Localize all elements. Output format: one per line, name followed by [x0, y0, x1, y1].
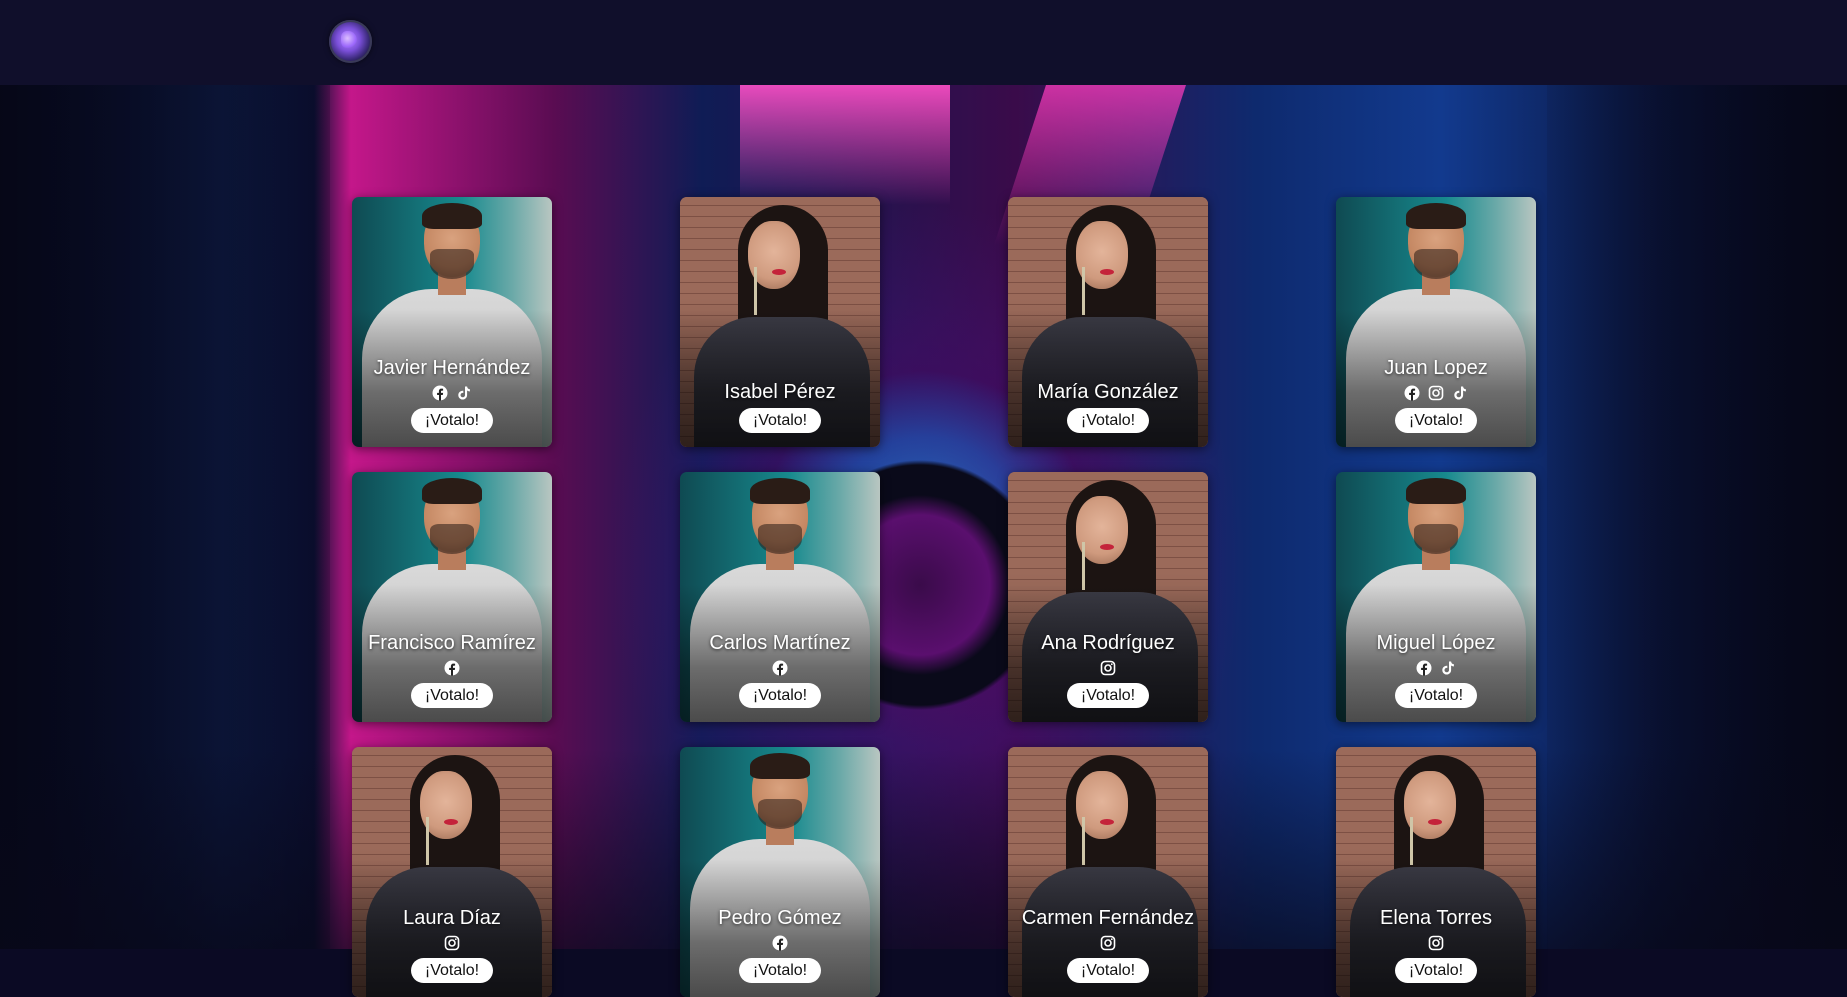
contestant-name: Laura Díaz: [403, 907, 501, 929]
vote-button[interactable]: ¡Votalo!: [738, 408, 822, 433]
vote-button[interactable]: ¡Votalo!: [1066, 408, 1150, 433]
contestant-name: Carmen Fernández: [1021, 907, 1195, 929]
contestant-info: Laura Díaz ¡Votalo!: [352, 907, 552, 983]
contestant-info: Miguel López ¡Votalo!: [1336, 632, 1536, 708]
contestant-card: María González ¡Votalo!: [1008, 197, 1208, 447]
facebook-icon[interactable]: [772, 660, 788, 676]
instagram-icon[interactable]: [1428, 385, 1444, 401]
contestant-info: Ana Rodríguez ¡Votalo!: [1008, 632, 1208, 708]
contestant-card: Carlos Martínez ¡Votalo!: [680, 472, 880, 722]
social-links: [1428, 934, 1444, 952]
social-links: [1416, 659, 1456, 677]
contestant-name: María González: [1037, 381, 1179, 403]
contestant-card: Javier Hernández ¡Votalo!: [352, 197, 552, 447]
contestant-info: María González ¡Votalo!: [1008, 381, 1208, 433]
vote-button[interactable]: ¡Votalo!: [1066, 683, 1150, 708]
contestant-card: Francisco Ramírez ¡Votalo!: [352, 472, 552, 722]
contestant-name: Ana Rodríguez: [1041, 632, 1175, 654]
social-links: [444, 934, 460, 952]
contestant-info: Elena Torres ¡Votalo!: [1336, 907, 1536, 983]
contestant-info: Isabel Pérez ¡Votalo!: [680, 381, 880, 433]
facebook-icon[interactable]: [1404, 385, 1420, 401]
contestant-card: Juan Lopez ¡Votalo!: [1336, 197, 1536, 447]
vote-button[interactable]: ¡Votalo!: [410, 683, 494, 708]
contestant-card: Miguel López ¡Votalo!: [1336, 472, 1536, 722]
contestant-info: Juan Lopez ¡Votalo!: [1336, 357, 1536, 433]
contestant-name: Javier Hernández: [373, 357, 531, 379]
circular-purple-logo-icon[interactable]: [329, 20, 372, 63]
contestant-card: Laura Díaz ¡Votalo!: [352, 747, 552, 997]
contestant-name: Carlos Martínez: [709, 632, 851, 654]
tiktok-icon[interactable]: [456, 385, 472, 401]
contestant-card: Ana Rodríguez ¡Votalo!: [1008, 472, 1208, 722]
social-links: [432, 384, 472, 402]
social-links: [772, 934, 788, 952]
navbar: [0, 0, 1847, 85]
vote-button[interactable]: ¡Votalo!: [410, 408, 494, 433]
contestant-name: Elena Torres: [1380, 907, 1492, 929]
contestant-card: Isabel Pérez ¡Votalo!: [680, 197, 880, 447]
contestant-info: Carmen Fernández ¡Votalo!: [1008, 907, 1208, 983]
background-light-beam: [740, 85, 950, 205]
contestant-card: Carmen Fernández ¡Votalo!: [1008, 747, 1208, 997]
vote-button[interactable]: ¡Votalo!: [738, 958, 822, 983]
contestant-name: Juan Lopez: [1384, 357, 1488, 379]
social-links: [772, 659, 788, 677]
contestant-name: Isabel Pérez: [724, 381, 836, 403]
vote-button[interactable]: ¡Votalo!: [1394, 683, 1478, 708]
contestant-name: Miguel López: [1376, 632, 1496, 654]
contestant-card: Elena Torres ¡Votalo!: [1336, 747, 1536, 997]
contestant-info: Javier Hernández ¡Votalo!: [352, 357, 552, 433]
contestant-card: Pedro Gómez ¡Votalo!: [680, 747, 880, 997]
facebook-icon[interactable]: [444, 660, 460, 676]
vote-button[interactable]: ¡Votalo!: [1394, 958, 1478, 983]
vote-button[interactable]: ¡Votalo!: [1394, 408, 1478, 433]
contestant-info: Pedro Gómez ¡Votalo!: [680, 907, 880, 983]
contestant-info: Carlos Martínez ¡Votalo!: [680, 632, 880, 708]
tiktok-icon[interactable]: [1440, 660, 1456, 676]
social-links: [1404, 384, 1468, 402]
contestant-name: Pedro Gómez: [718, 907, 842, 929]
facebook-icon[interactable]: [1416, 660, 1432, 676]
vote-button[interactable]: ¡Votalo!: [738, 683, 822, 708]
vote-button[interactable]: ¡Votalo!: [1066, 958, 1150, 983]
contestant-grid: Javier Hernández ¡Votalo! Isabel Pérez ¡Vo…: [352, 197, 1536, 997]
social-links: [1100, 934, 1116, 952]
contestant-name: Francisco Ramírez: [368, 632, 536, 654]
instagram-icon[interactable]: [1100, 660, 1116, 676]
social-links: [444, 659, 460, 677]
tiktok-icon[interactable]: [1452, 385, 1468, 401]
vote-button[interactable]: ¡Votalo!: [410, 958, 494, 983]
social-links: [1100, 659, 1116, 677]
facebook-icon[interactable]: [432, 385, 448, 401]
contestant-info: Francisco Ramírez ¡Votalo!: [352, 632, 552, 708]
